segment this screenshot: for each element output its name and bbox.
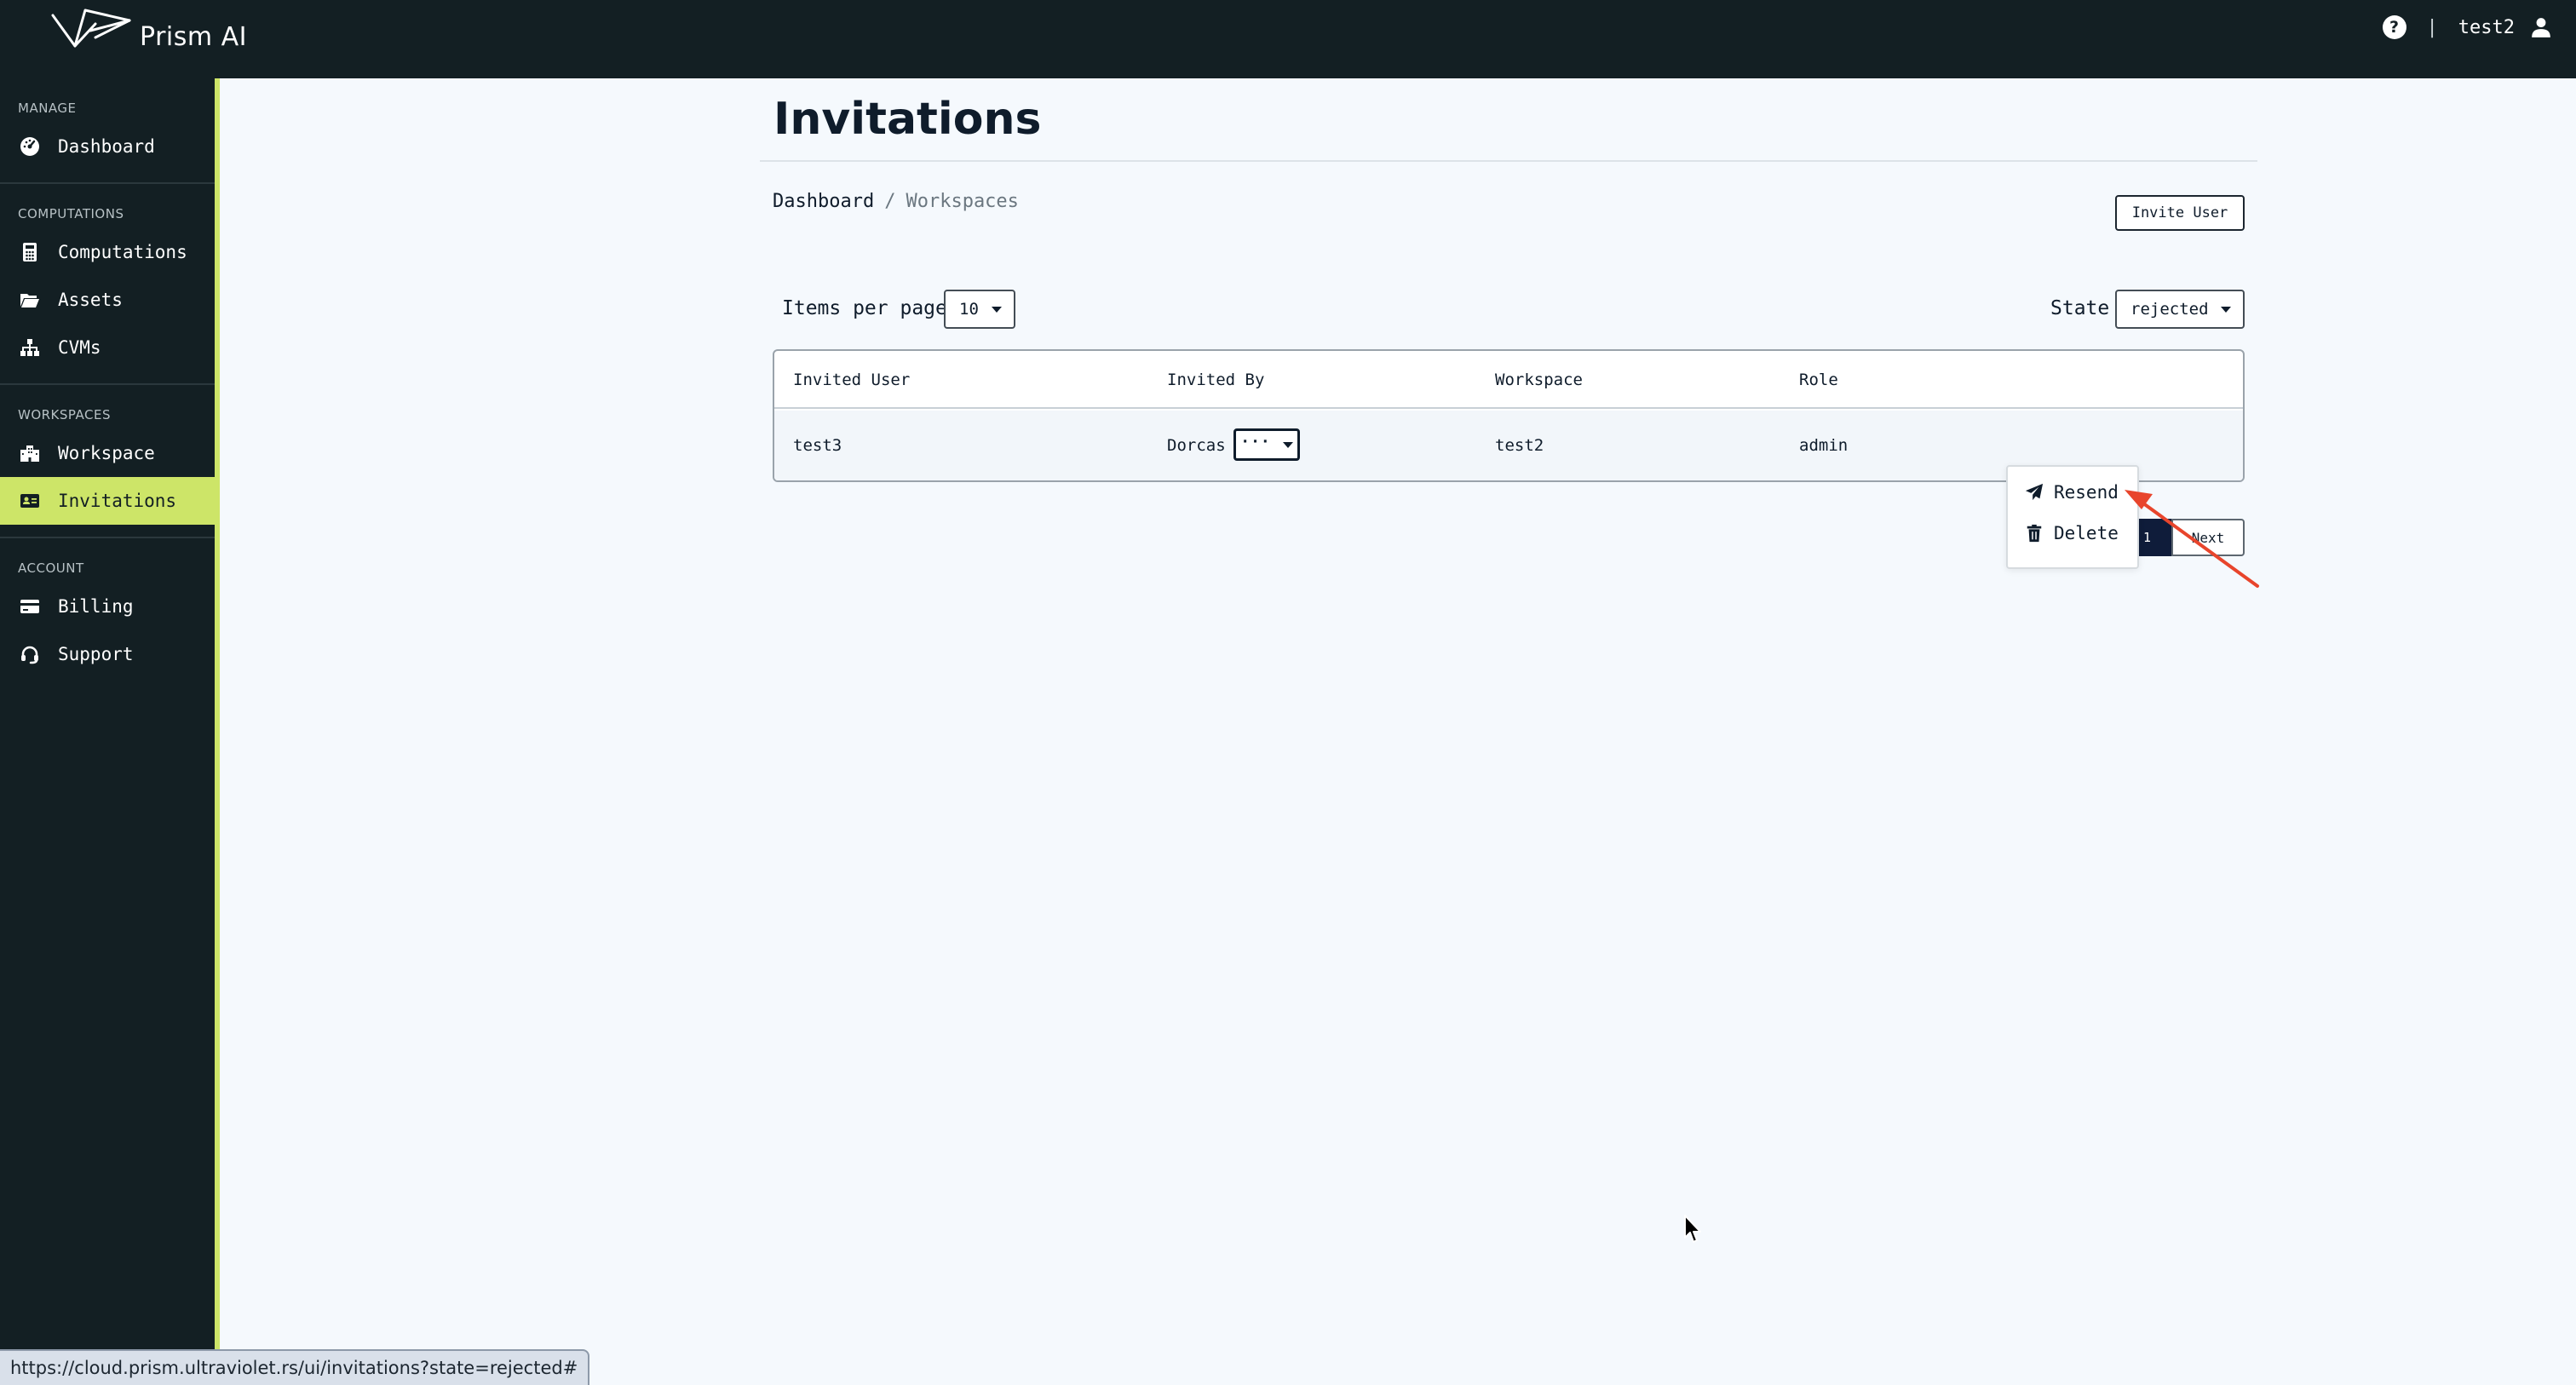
sidebar-item-label: Invitations	[58, 491, 177, 511]
caret-down-icon	[992, 307, 1002, 313]
breadcrumb-separator: /	[884, 191, 896, 212]
prism-logo-icon	[51, 9, 131, 47]
breadcrumb-link-dashboard[interactable]: Dashboard	[773, 191, 874, 212]
invite-user-button[interactable]: Invite User	[2115, 195, 2245, 231]
sidebar-item-dashboard[interactable]: Dashboard	[0, 123, 215, 170]
caret-down-icon	[2221, 307, 2231, 313]
sidebar-section-account: ACCOUNT Billing Support	[0, 538, 215, 690]
cell-role: admin	[1799, 436, 1849, 455]
column-header-invited-by: Invited By	[1167, 371, 1265, 389]
username[interactable]: test2	[2458, 17, 2515, 38]
page-title: Invitations	[773, 94, 1042, 145]
pagination-next-button[interactable]: Next	[2171, 519, 2245, 556]
items-per-page-select[interactable]: 10	[944, 290, 1015, 329]
sidebar-item-label: Workspace	[58, 443, 155, 463]
section-title: COMPUTATIONS	[18, 206, 124, 221]
state-filter-select[interactable]: rejected	[2115, 290, 2245, 329]
sidebar-item-label: Support	[58, 644, 134, 664]
sidebar-section-computations: COMPUTATIONS Computations Assets CVMs	[0, 184, 215, 385]
sidebar-item-label: Assets	[58, 290, 123, 310]
column-header-workspace: Workspace	[1495, 371, 1583, 389]
sidebar-item-label: Dashboard	[58, 136, 155, 157]
credit-card-icon	[19, 595, 41, 618]
headset-icon	[19, 643, 41, 665]
column-header-role: Role	[1799, 371, 1838, 389]
breadcrumb-current: Workspaces	[906, 191, 1019, 212]
app-logo[interactable]: Prism AI	[51, 7, 247, 52]
gauge-icon	[19, 135, 41, 158]
folder-open-icon	[19, 289, 41, 311]
sidebar-item-workspace[interactable]: Workspace	[0, 429, 215, 477]
section-title: MANAGE	[18, 101, 77, 116]
sidebar-item-label: Computations	[58, 242, 187, 262]
sidebar: MANAGE Dashboard COMPUTATIONS Computatio…	[0, 78, 220, 1385]
menu-item-label: Resend	[2054, 482, 2119, 503]
ellipsis-icon: ···	[1240, 433, 1271, 451]
app-name: Prism AI	[140, 22, 247, 52]
breadcrumb: Dashboard / Workspaces	[773, 191, 1019, 212]
invitations-table: Invited User Invited By Workspace Role t…	[773, 349, 2245, 482]
sidebar-section-workspaces: WORKSPACES Workspace Invitations	[0, 385, 215, 538]
user-icon[interactable]	[2530, 16, 2552, 38]
menu-item-label: Delete	[2054, 523, 2119, 543]
sidebar-item-label: CVMs	[58, 337, 101, 358]
paper-plane-icon	[2025, 483, 2044, 501]
column-header-invited-user: Invited User	[793, 371, 911, 389]
section-title: ACCOUNT	[18, 560, 84, 576]
sitemap-icon	[19, 336, 41, 359]
caret-down-icon	[1282, 441, 1293, 448]
building-icon	[19, 442, 41, 464]
items-per-page-label: Items per page	[782, 297, 947, 319]
cell-workspace: test2	[1495, 436, 1544, 455]
row-actions-menu: Resend Delete	[2006, 465, 2139, 569]
calculator-icon	[19, 241, 41, 263]
cell-invited-by: Dorcas	[1167, 436, 1226, 455]
sidebar-item-computations[interactable]: Computations	[0, 228, 215, 276]
sidebar-item-label: Billing	[58, 596, 134, 617]
sidebar-item-invitations[interactable]: Invitations	[0, 477, 215, 525]
sidebar-item-cvms[interactable]: CVMs	[0, 324, 215, 371]
sidebar-item-support[interactable]: Support	[0, 630, 215, 678]
trash-icon	[2027, 524, 2042, 543]
question-circle-icon[interactable]: ?	[2382, 15, 2406, 39]
id-card-icon	[19, 490, 41, 512]
table-header: Invited User Invited By Workspace Role	[774, 351, 2243, 409]
menu-item-resend[interactable]: Resend	[2025, 482, 2119, 503]
row-actions-button[interactable]: ···	[1233, 428, 1300, 461]
cell-invited-user: test3	[793, 436, 842, 455]
top-right-controls: ? | test2	[2382, 12, 2552, 43]
title-divider	[760, 160, 2257, 162]
items-per-page-value: 10	[959, 300, 979, 319]
section-title: WORKSPACES	[18, 407, 111, 422]
menu-item-delete[interactable]: Delete	[2025, 523, 2119, 543]
mouse-cursor-icon	[1684, 1215, 1701, 1243]
sidebar-section-manage: MANAGE Dashboard	[0, 78, 215, 184]
state-filter-label: State	[2050, 297, 2110, 319]
sidebar-item-billing[interactable]: Billing	[0, 583, 215, 630]
state-filter-value: rejected	[2130, 300, 2209, 319]
top-bar: Prism AI ? | test2	[0, 0, 2576, 78]
browser-status-bar: https://cloud.prism.ultraviolet.rs/ui/in…	[0, 1349, 590, 1385]
sidebar-item-assets[interactable]: Assets	[0, 276, 215, 324]
header-separator: |	[2426, 16, 2438, 38]
